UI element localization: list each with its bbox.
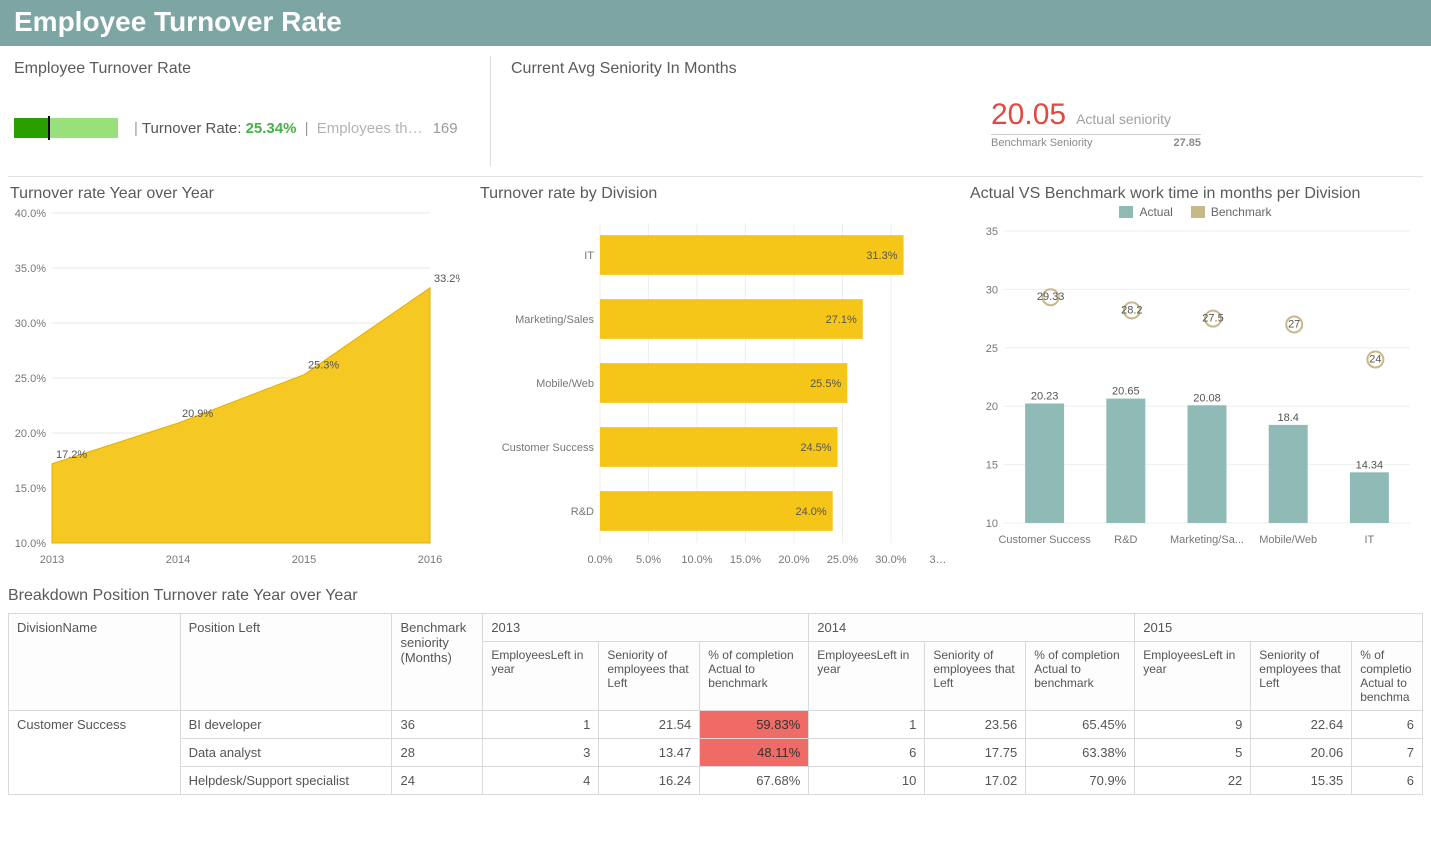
svg-text:Marketing/Sales: Marketing/Sales (515, 314, 594, 326)
svg-text:24.5%: 24.5% (800, 442, 831, 454)
svg-text:35.0%: 35.0% (15, 263, 46, 275)
table-row[interactable]: Data analyst28313.4748.11%617.7563.38%52… (9, 739, 1423, 767)
svg-text:R&D: R&D (1114, 534, 1137, 546)
turnover-bar-indicator (14, 118, 118, 138)
svg-text:Customer Success: Customer Success (998, 534, 1091, 546)
svg-text:27.1%: 27.1% (826, 314, 857, 326)
svg-text:20.08: 20.08 (1193, 392, 1221, 404)
svg-text:15.0%: 15.0% (15, 483, 46, 495)
svg-text:3…: 3… (929, 554, 946, 566)
svg-text:25.0%: 25.0% (827, 554, 858, 566)
svg-text:20.65: 20.65 (1112, 386, 1140, 398)
chart-turnover-by-division[interactable]: Turnover rate by Division 0.0%5.0%10.0%1… (470, 177, 960, 577)
svg-text:Mobile/Web: Mobile/Web (1259, 534, 1317, 546)
kpi-turnover-title: Employee Turnover Rate (14, 60, 476, 78)
benchmark-seniority-value: 27.85 (1173, 137, 1201, 149)
actual-seniority-value: 20.05 (991, 98, 1066, 132)
svg-text:28.2: 28.2 (1121, 304, 1142, 316)
svg-text:Marketing/Sa...: Marketing/Sa... (1170, 534, 1244, 546)
svg-text:18.4: 18.4 (1277, 412, 1298, 424)
svg-text:IT: IT (1365, 534, 1375, 546)
svg-text:R&D: R&D (571, 506, 594, 518)
svg-text:20.0%: 20.0% (15, 428, 46, 440)
kpi-turnover-panel: Employee Turnover Rate | Turnover Rate: … (0, 46, 490, 176)
svg-text:2016: 2016 (418, 554, 442, 566)
employees-left-value: 169 (433, 120, 458, 137)
turnover-rate-label: Turnover Rate: (142, 120, 242, 137)
page-title: Employee Turnover Rate (14, 6, 1417, 38)
svg-text:30.0%: 30.0% (875, 554, 906, 566)
kpi-seniority-panel: Current Avg Seniority In Months 20.05 Ac… (491, 46, 1431, 176)
svg-text:25.5%: 25.5% (810, 378, 841, 390)
svg-text:25.0%: 25.0% (15, 373, 46, 385)
svg-text:25.3%: 25.3% (308, 360, 339, 372)
svg-text:27: 27 (1288, 318, 1300, 330)
svg-text:14.34: 14.34 (1356, 459, 1384, 471)
svg-text:Customer Success: Customer Success (502, 442, 595, 454)
actual-seniority-label: Actual seniority (1076, 111, 1171, 127)
svg-text:10.0%: 10.0% (681, 554, 712, 566)
breakdown-table-panel: Breakdown Position Turnover rate Year ov… (0, 577, 1431, 795)
employees-left-label: Employees th… (317, 120, 423, 137)
kpi-seniority-title: Current Avg Seniority In Months (511, 60, 1417, 78)
svg-text:2014: 2014 (166, 554, 190, 566)
svg-text:33.2%: 33.2% (434, 273, 460, 285)
chart-actual-vs-benchmark[interactable]: Actual VS Benchmark work time in months … (960, 177, 1431, 577)
turnover-rate-value: 25.34% (246, 120, 297, 137)
svg-text:29.33: 29.33 (1037, 291, 1065, 303)
svg-text:2013: 2013 (40, 554, 64, 566)
svg-text:15: 15 (986, 460, 998, 472)
svg-text:25: 25 (986, 343, 998, 355)
svg-text:27.5: 27.5 (1202, 313, 1223, 325)
svg-text:24.0%: 24.0% (796, 506, 827, 518)
svg-text:Mobile/Web: Mobile/Web (536, 378, 594, 390)
svg-text:20: 20 (986, 401, 998, 413)
svg-text:10.0%: 10.0% (15, 538, 46, 550)
svg-text:31.3%: 31.3% (866, 250, 897, 262)
svg-text:17.2%: 17.2% (56, 449, 87, 461)
svg-text:20.9%: 20.9% (182, 408, 213, 420)
table-row[interactable]: Customer SuccessBI developer36121.5459.8… (9, 711, 1423, 739)
svg-text:20.23: 20.23 (1031, 391, 1059, 403)
table-row[interactable]: Helpdesk/Support specialist24416.2467.68… (9, 767, 1423, 795)
svg-text:40.0%: 40.0% (15, 208, 46, 220)
benchmark-seniority-label: Benchmark Seniority (991, 137, 1093, 149)
svg-text:5.0%: 5.0% (636, 554, 661, 566)
chart-turnover-yoy[interactable]: Turnover rate Year over Year 10.0%15.0%2… (0, 177, 470, 577)
svg-text:30.0%: 30.0% (15, 318, 46, 330)
svg-text:10: 10 (986, 518, 998, 530)
svg-text:0.0%: 0.0% (587, 554, 612, 566)
svg-text:15.0%: 15.0% (730, 554, 761, 566)
svg-text:30: 30 (986, 284, 998, 296)
svg-text:IT: IT (584, 250, 594, 262)
svg-text:2015: 2015 (292, 554, 316, 566)
svg-text:24: 24 (1369, 353, 1381, 365)
svg-text:20.0%: 20.0% (778, 554, 809, 566)
breakdown-table[interactable]: DivisionName Position Left Benchmark sen… (8, 613, 1423, 795)
svg-text:35: 35 (986, 226, 998, 238)
